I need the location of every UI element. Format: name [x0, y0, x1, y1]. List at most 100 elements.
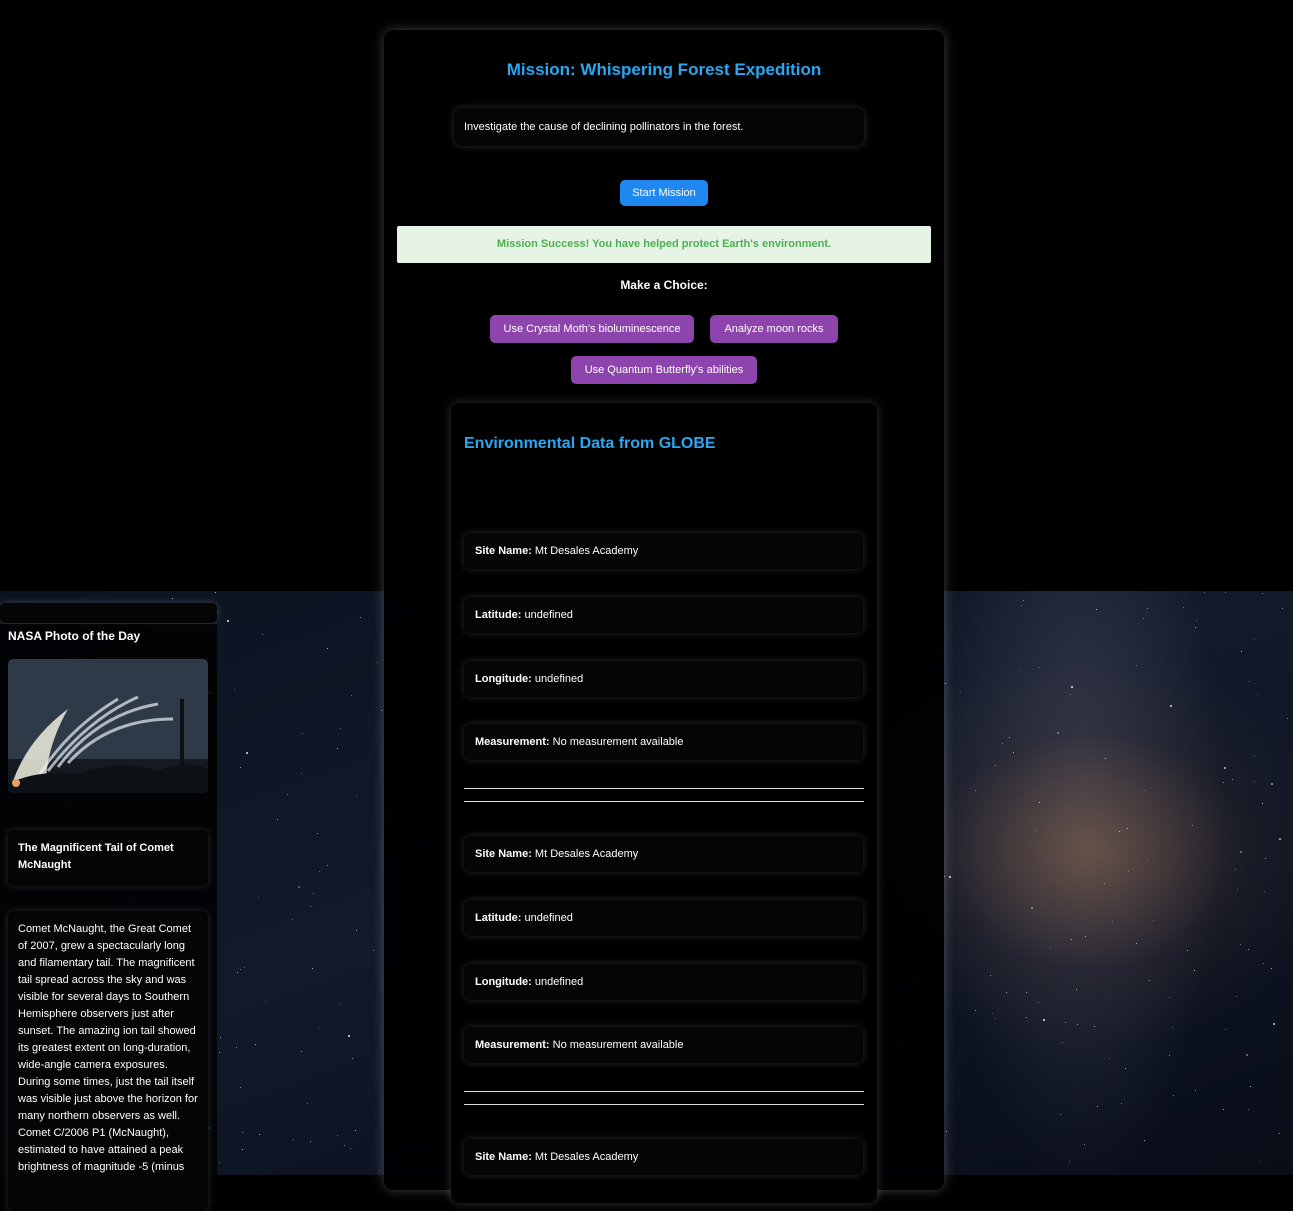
- star: [1204, 592, 1205, 593]
- star: [1223, 782, 1224, 783]
- nasa-explanation-card: Comet McNaught, the Great Comet of 2007,…: [8, 911, 208, 1211]
- star: [1021, 605, 1022, 606]
- latitude-row: Latitude: undefined: [464, 597, 863, 633]
- choice-moon-rocks-button[interactable]: Analyze moon rocks: [710, 315, 838, 343]
- star: [1026, 1017, 1027, 1018]
- star: [317, 833, 318, 834]
- star: [339, 1003, 340, 1004]
- star: [1254, 781, 1255, 782]
- nasa-heading: NASA Photo of the Day: [8, 629, 141, 643]
- star: [949, 876, 951, 878]
- mission-panel: Mission: Whispering Forest Expedition In…: [384, 30, 944, 1203]
- star: [298, 886, 300, 888]
- star: [1084, 1144, 1085, 1145]
- record-divider: [464, 788, 864, 802]
- record-divider: [464, 1091, 864, 1105]
- star: [287, 794, 288, 795]
- star: [1265, 858, 1266, 859]
- star: [356, 930, 357, 931]
- star: [995, 765, 996, 766]
- star: [318, 1028, 319, 1029]
- star: [1246, 1054, 1248, 1056]
- star: [1109, 1058, 1110, 1059]
- star: [1183, 607, 1184, 608]
- star: [975, 790, 976, 791]
- star: [1262, 593, 1263, 594]
- star: [1006, 992, 1007, 993]
- site-name-row: Site Name: Mt Desales Academy: [464, 1139, 863, 1175]
- star: [1105, 758, 1106, 759]
- star: [246, 752, 248, 754]
- star: [355, 1130, 356, 1131]
- star: [240, 1087, 241, 1088]
- star: [990, 975, 991, 976]
- star: [1062, 1042, 1063, 1043]
- star: [310, 906, 311, 907]
- star: [1071, 939, 1072, 940]
- star: [234, 689, 235, 690]
- star: [1136, 665, 1137, 666]
- star: [1241, 651, 1242, 652]
- star: [1248, 949, 1249, 950]
- star: [1249, 681, 1250, 682]
- star: [1050, 947, 1051, 948]
- star: [215, 592, 216, 593]
- star: [1035, 830, 1036, 831]
- star: [377, 662, 378, 663]
- star: [1096, 609, 1097, 610]
- choice-quantum-butterfly-button[interactable]: Use Quantum Butterfly's abilities: [571, 356, 757, 384]
- star: [1187, 950, 1188, 951]
- measurement-row: Measurement: No measurement available: [464, 1027, 863, 1063]
- star: [1070, 694, 1071, 695]
- star: [373, 950, 374, 951]
- choice-crystal-moth-button[interactable]: Use Crystal Moth's bioluminescence: [490, 315, 694, 343]
- star: [1225, 1029, 1226, 1030]
- star: [219, 1052, 220, 1053]
- star: [1125, 1068, 1126, 1069]
- star: [255, 1044, 256, 1045]
- star: [1065, 1022, 1066, 1023]
- mission-title: Mission: Whispering Forest Expedition: [506, 60, 822, 79]
- measurement-label: Measurement:: [475, 1039, 550, 1051]
- star: [352, 1058, 353, 1059]
- star: [242, 1149, 243, 1150]
- star: [379, 1170, 380, 1171]
- latitude-label: Latitude:: [475, 609, 522, 621]
- star: [356, 795, 357, 796]
- longitude-row: Longitude: undefined: [464, 661, 863, 697]
- star: [1112, 921, 1113, 922]
- star: [237, 972, 238, 973]
- star: [344, 1145, 345, 1146]
- star: [946, 1131, 947, 1132]
- star: [995, 1018, 996, 1019]
- star: [1271, 968, 1272, 969]
- star: [1254, 756, 1255, 757]
- star: [1250, 1086, 1251, 1087]
- site-name-value: Mt Desales Academy: [534, 1151, 639, 1163]
- star: [1223, 1109, 1224, 1110]
- star: [960, 691, 961, 692]
- site-name-label: Site Name:: [475, 1151, 532, 1163]
- latitude-label: Latitude:: [475, 912, 522, 924]
- star: [1104, 883, 1105, 884]
- star: [1057, 732, 1059, 734]
- star: [348, 1035, 350, 1037]
- star: [1237, 889, 1238, 890]
- star: [1271, 783, 1273, 785]
- star: [301, 773, 302, 774]
- star: [313, 893, 314, 894]
- measurement-label: Measurement:: [475, 736, 550, 748]
- star: [1260, 1161, 1261, 1162]
- star: [1262, 803, 1263, 804]
- star: [1248, 1109, 1249, 1110]
- star: [1273, 1023, 1275, 1025]
- success-message: Mission Success! You have helped protect…: [397, 226, 931, 263]
- star: [1149, 980, 1150, 981]
- star: [265, 1001, 266, 1002]
- star: [1094, 1026, 1095, 1027]
- start-mission-button[interactable]: Start Mission: [620, 180, 708, 206]
- star: [1232, 779, 1233, 780]
- star: [944, 876, 945, 877]
- star: [1194, 970, 1195, 971]
- longitude-value: undefined: [534, 976, 584, 988]
